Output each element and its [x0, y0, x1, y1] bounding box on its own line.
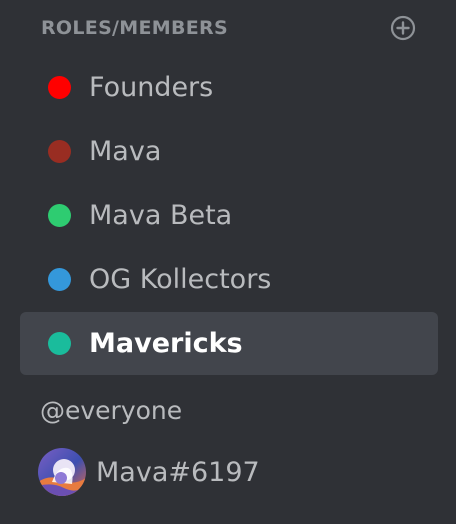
role-item-founders[interactable]: Founders: [20, 56, 438, 119]
role-label: Mava: [89, 136, 162, 167]
role-label: Mavericks: [89, 328, 243, 359]
role-color-dot: [48, 204, 71, 227]
member-item[interactable]: Mava#6197: [38, 448, 260, 496]
role-color-dot: [48, 332, 71, 355]
user-avatar: [38, 448, 86, 496]
role-color-dot: [48, 76, 71, 99]
everyone-role-item[interactable]: @everyone: [40, 390, 182, 430]
role-color-dot: [48, 268, 71, 291]
role-item-mava[interactable]: Mava: [20, 120, 438, 183]
role-item-mava-beta[interactable]: Mava Beta: [20, 184, 438, 247]
role-item-mavericks[interactable]: Mavericks: [20, 312, 438, 375]
member-name: Mava#6197: [96, 456, 260, 488]
add-role-member-button[interactable]: [390, 15, 416, 41]
role-label: OG Kollectors: [89, 264, 272, 295]
roles-members-panel: ROLES/MEMBERS Founders Mava Mava Beta OG…: [0, 0, 456, 524]
role-item-og-kollectors[interactable]: OG Kollectors: [20, 248, 438, 311]
role-color-dot: [48, 140, 71, 163]
role-label: Founders: [89, 72, 214, 103]
section-header: ROLES/MEMBERS: [41, 12, 416, 44]
section-title: ROLES/MEMBERS: [41, 17, 228, 39]
role-label: Mava Beta: [89, 200, 233, 231]
plus-circle-icon: [390, 15, 416, 41]
